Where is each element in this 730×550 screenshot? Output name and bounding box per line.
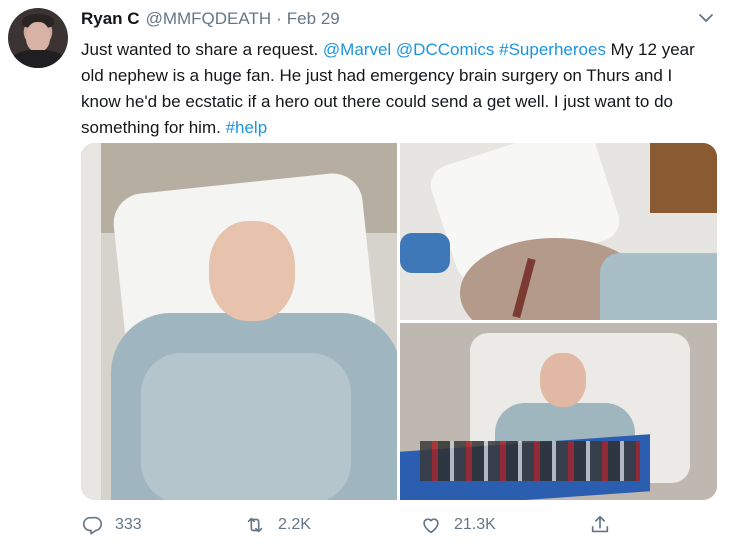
hashtag-superheroes-link[interactable]: #Superheroes bbox=[499, 40, 606, 59]
photo-action-figures bbox=[420, 441, 640, 481]
photo-glove bbox=[400, 233, 450, 273]
photo-face bbox=[209, 221, 295, 321]
photo-boy-in-hospital-bed[interactable] bbox=[81, 143, 397, 500]
tweet-date[interactable]: Feb 29 bbox=[287, 9, 340, 29]
avatar-face bbox=[26, 22, 50, 52]
chevron-down-icon[interactable] bbox=[698, 10, 714, 26]
header-separator: · bbox=[276, 9, 282, 28]
reply-count: 333 bbox=[115, 516, 142, 533]
retweet-button[interactable]: 2.2K bbox=[244, 512, 311, 538]
tweet-text: Just wanted to share a request. @Marvel … bbox=[81, 37, 706, 141]
mention-dccomics-link[interactable]: @DCComics bbox=[396, 40, 494, 59]
share-icon bbox=[591, 515, 609, 533]
photo-with-action-figures[interactable] bbox=[400, 323, 717, 500]
heart-icon bbox=[423, 518, 439, 534]
retweet-icon bbox=[247, 517, 263, 533]
like-button[interactable]: 21.3K bbox=[420, 512, 496, 538]
author-handle[interactable]: @MMFQDEATH bbox=[146, 9, 272, 29]
photo-bed-rail bbox=[81, 143, 101, 500]
photo-surgery-scar[interactable] bbox=[400, 143, 717, 320]
share-button[interactable] bbox=[589, 512, 611, 538]
tweet-header: Ryan C @MMFQDEATH · Feb 29 bbox=[81, 9, 340, 31]
reply-button[interactable]: 333 bbox=[81, 512, 142, 538]
photo-gown-pattern bbox=[141, 353, 351, 500]
photo-headboard bbox=[650, 143, 717, 213]
tweet-text-segment: Just wanted to share a request. bbox=[81, 40, 323, 59]
author-name[interactable]: Ryan C bbox=[81, 9, 140, 29]
hashtag-help-link[interactable]: #help bbox=[226, 118, 268, 137]
author-avatar[interactable] bbox=[8, 8, 68, 68]
photo-gown bbox=[600, 253, 717, 320]
mention-marvel-link[interactable]: @Marvel bbox=[323, 40, 391, 59]
reply-icon bbox=[82, 516, 102, 535]
like-count: 21.3K bbox=[454, 516, 496, 533]
avatar-shirt bbox=[12, 50, 64, 68]
retweet-count: 2.2K bbox=[278, 516, 311, 533]
tweet-media-grid bbox=[81, 143, 717, 500]
photo-face bbox=[540, 353, 586, 407]
tweet-actions-bar: 333 2.2K 21.3K bbox=[0, 512, 730, 538]
